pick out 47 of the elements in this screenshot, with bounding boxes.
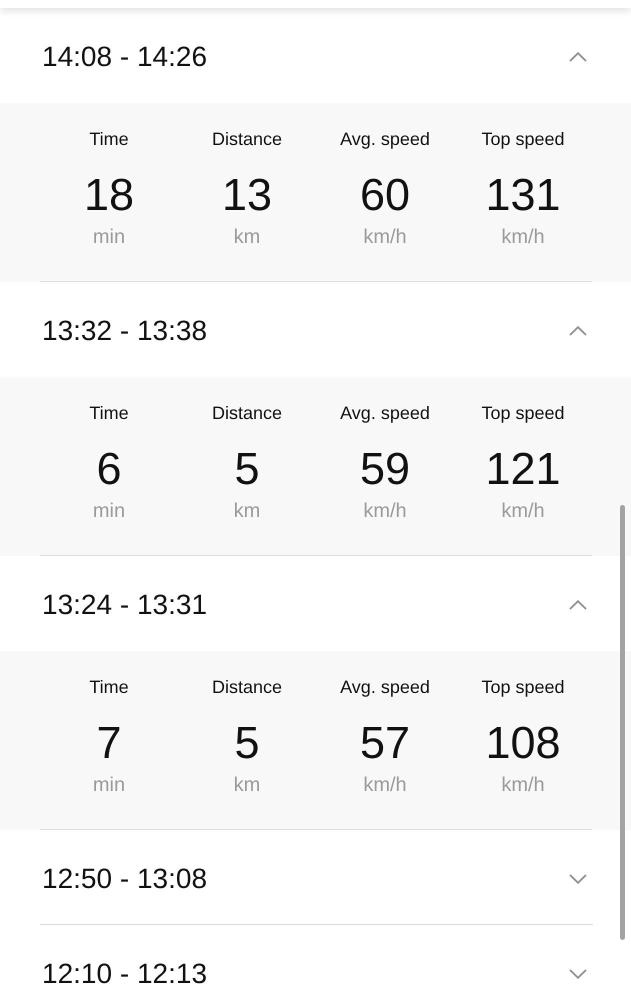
stat-value: 6 [96,443,122,495]
stat-label: Top speed [481,676,565,699]
stat-unit: min [92,225,126,250]
trip-time-range: 12:50 - 13:08 [42,862,208,896]
stat-label: Time [89,676,129,699]
stat-label: Top speed [481,402,565,425]
stat-value: 131 [485,169,561,221]
chevron-up-icon[interactable] [569,600,587,610]
stat-value: 59 [360,443,410,495]
chevron-down-icon[interactable] [569,874,587,884]
trip-time-range: 13:24 - 13:31 [42,588,208,622]
stat-unit: min [92,499,126,524]
chevron-down-icon[interactable] [569,968,587,978]
trip-time-range: 14:08 - 14:26 [42,40,208,74]
chevron-up-icon[interactable] [569,52,587,62]
stat-label: Distance [212,402,282,425]
stat-label: Avg. speed [340,676,430,699]
stat-value: 5 [234,717,260,769]
stat-label: Avg. speed [340,402,430,425]
stat-unit: km [234,499,260,524]
stat-value: 121 [485,443,561,495]
stat-label: Time [89,402,129,425]
stat-value: 57 [360,717,410,769]
trip-time-range: 13:32 - 13:38 [42,314,208,348]
stat-label: Time [89,128,129,151]
stat-label: Distance [212,676,282,699]
stat-label: Avg. speed [340,128,430,151]
stat-unit: km [234,225,260,250]
stat-label: Top speed [481,128,565,151]
stat-value: 60 [360,169,410,221]
stat-unit: km [234,773,260,798]
stat-unit: km/h [501,225,545,250]
stat-unit: km/h [363,225,407,250]
stat-unit: km/h [501,773,545,798]
stat-value: 5 [234,443,260,495]
stat-value: 7 [96,717,122,769]
scrollbar-thumb[interactable] [620,505,625,940]
trip-time-range: 12:10 - 12:13 [42,956,208,990]
stat-unit: min [92,773,126,798]
stat-label: Distance [212,128,282,151]
stat-unit: km/h [363,499,407,524]
stat-value: 108 [485,717,561,769]
stat-unit: km/h [501,499,545,524]
stat-value: 13 [222,169,272,221]
stat-unit: km/h [363,773,407,798]
chevron-up-icon[interactable] [569,326,587,336]
stat-value: 18 [84,169,134,221]
